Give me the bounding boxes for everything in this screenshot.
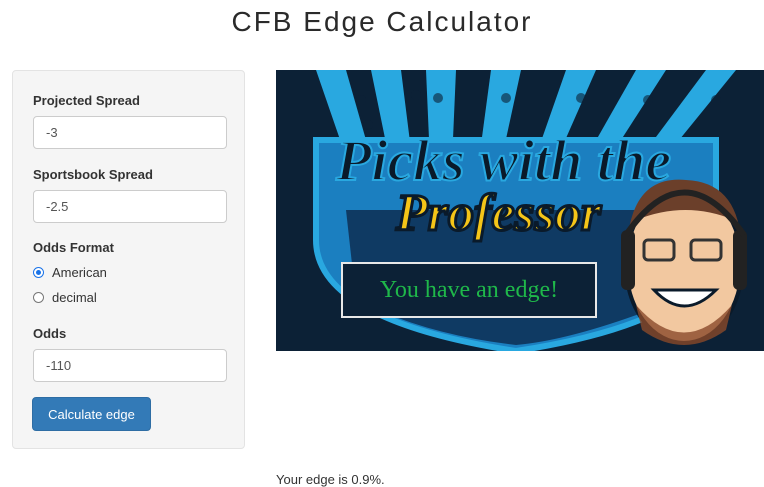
- edge-result-text: Your edge is 0.9%.: [276, 472, 385, 487]
- page-title: CFB Edge Calculator: [231, 6, 533, 37]
- professor-avatar-icon: [621, 179, 747, 345]
- radio-american-label: American: [52, 265, 107, 280]
- banner-line2: Professor: [395, 185, 602, 242]
- sidebar-panel: Projected Spread Sportsbook Spread Odds …: [12, 70, 245, 449]
- radio-american-button[interactable]: [33, 267, 44, 278]
- radio-decimal-label: decimal: [52, 290, 97, 305]
- sportsbook-spread-label: Sportsbook Spread: [33, 167, 153, 182]
- edge-message: You have an edge!: [341, 262, 597, 318]
- radio-american[interactable]: American: [33, 265, 107, 280]
- sportsbook-spread-input[interactable]: [33, 190, 227, 223]
- projected-spread-input[interactable]: [33, 116, 227, 149]
- radio-decimal[interactable]: decimal: [33, 290, 97, 305]
- odds-format-label: Odds Format: [33, 240, 114, 255]
- odds-input[interactable]: [33, 349, 227, 382]
- projected-spread-label: Projected Spread: [33, 93, 140, 108]
- banner-line1: Picks with the: [335, 128, 671, 193]
- calculate-edge-button[interactable]: Calculate edge: [32, 397, 151, 431]
- radio-decimal-button[interactable]: [33, 292, 44, 303]
- odds-label: Odds: [33, 326, 67, 341]
